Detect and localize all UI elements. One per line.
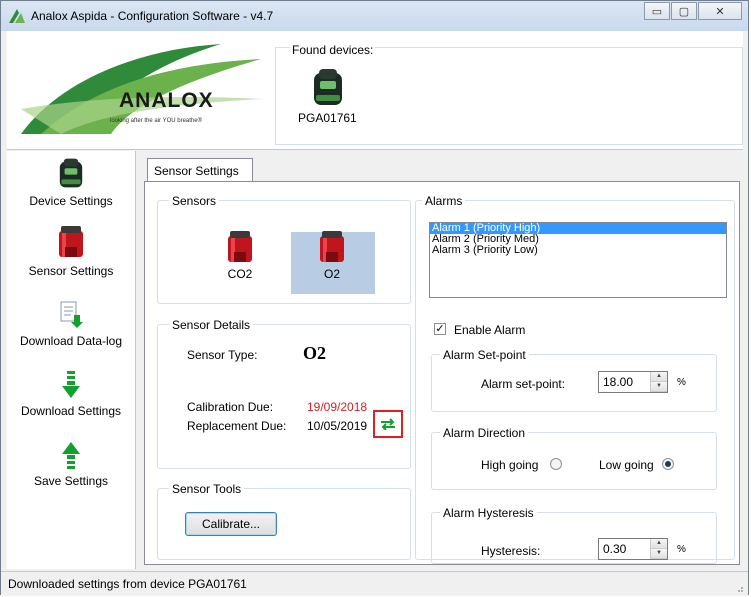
maximize-button[interactable]: ▢ <box>671 2 697 20</box>
resize-grip-icon[interactable] <box>734 583 744 593</box>
calibration-due-value: 19/09/2018 <box>307 400 368 414</box>
device-icon <box>59 158 83 188</box>
sidebar-item-label: Download Data-log <box>19 334 123 348</box>
replacement-due-value: 10/05/2019 <box>307 419 368 433</box>
alarm-setpoint-title: Alarm Set-point <box>440 348 529 362</box>
main-content: Sensor Settings Sensors CO2 O2 Sensor De… <box>140 155 743 567</box>
logo-tagline: looking after the air YOU breathe® <box>110 118 203 124</box>
app-icon <box>9 9 25 23</box>
tab-sensor-settings[interactable]: Sensor Settings <box>147 158 253 181</box>
calibration-due-label: Calibration Due: <box>187 400 274 414</box>
sidebar-item-label: Download Settings <box>20 404 122 418</box>
stepper-down-icon[interactable]: ▼ <box>651 382 667 392</box>
sidebar-item-save-settings[interactable]: Save Settings <box>7 441 135 488</box>
stepper-down-icon[interactable]: ▼ <box>651 549 667 559</box>
sensor-details-title: Sensor Details <box>169 318 254 332</box>
low-going-label: Low going <box>599 458 654 472</box>
sidebar-item-sensor-settings[interactable]: Sensor Settings <box>7 225 135 278</box>
alarm-direction-group <box>431 432 717 490</box>
device-icon[interactable] <box>310 67 346 107</box>
high-going-label: High going <box>481 458 539 472</box>
alarms-group-title: Alarms <box>422 194 466 208</box>
sensor-label: CO2 <box>227 267 253 281</box>
sensor-type-value: O2 <box>303 343 327 363</box>
found-devices-label: Found devices: <box>290 43 376 57</box>
alarm-direction-title: Alarm Direction <box>440 426 529 440</box>
stepper-up-icon[interactable]: ▲ <box>651 539 667 549</box>
status-bar: Downloaded settings from device PGA01761 <box>1 571 748 596</box>
logo-text: ANALOX <box>119 89 214 112</box>
enable-alarm-checkbox[interactable]: ✓ <box>434 323 446 335</box>
alarm-list-item[interactable]: Alarm 3 (Priority Low) <box>430 245 726 256</box>
sidebar-item-download-datalog[interactable]: Download Data-log <box>7 301 135 348</box>
swap-dates-button[interactable] <box>373 410 403 438</box>
hysteresis-label: Hysteresis: <box>481 544 541 558</box>
sidebar-item-label: Device Settings <box>29 194 113 208</box>
alarm-setpoint-label: Alarm set-point: <box>481 377 566 391</box>
stepper-up-icon[interactable]: ▲ <box>651 372 667 382</box>
sidebar-item-label: Sensor Settings <box>28 264 114 278</box>
swap-arrows-icon <box>381 418 395 430</box>
sensor-item-o2[interactable]: O2 <box>307 230 357 281</box>
low-going-radio[interactable] <box>662 458 674 470</box>
window-title: Analox Aspida - Configuration Software -… <box>31 9 274 23</box>
sensor-icon <box>228 231 252 262</box>
alarm-setpoint-value: 18.00 <box>603 375 634 389</box>
close-button[interactable]: ✕ <box>698 2 742 20</box>
sensor-type-label: Sensor Type: <box>187 348 258 362</box>
minimize-button[interactable]: ▭ <box>644 2 670 20</box>
hysteresis-stepper[interactable]: 0.30 ▲ ▼ <box>598 538 668 560</box>
upload-arrow-icon <box>62 442 80 469</box>
alarm-setpoint-unit: % <box>677 377 686 388</box>
header: ANALOX looking after the air YOU breathe… <box>7 31 743 150</box>
download-arrow-icon <box>62 371 80 398</box>
alarm-setpoint-group <box>431 354 717 412</box>
sensor-details-group <box>157 324 411 469</box>
alarm-list[interactable]: Alarm 1 (Priority High) Alarm 2 (Priorit… <box>429 222 727 298</box>
enable-alarm-label: Enable Alarm <box>454 323 526 337</box>
hysteresis-unit: % <box>677 544 686 555</box>
sensor-item-co2[interactable]: CO2 <box>215 230 265 281</box>
tab-panel: Sensors CO2 O2 Sensor Details Sensor Typ… <box>144 181 740 565</box>
hysteresis-value: 0.30 <box>603 542 627 556</box>
sensor-label: O2 <box>323 267 340 281</box>
alarm-hysteresis-title: Alarm Hysteresis <box>440 506 537 520</box>
download-datalog-icon <box>60 301 83 328</box>
calibrate-button[interactable]: Calibrate... <box>185 512 277 536</box>
sidebar-item-device-settings[interactable]: Device Settings <box>7 157 135 208</box>
device-name[interactable]: PGA01761 <box>298 111 357 125</box>
sensor-icon <box>320 231 344 262</box>
status-text: Downloaded settings from device PGA01761 <box>8 577 247 591</box>
alarm-setpoint-stepper[interactable]: 18.00 ▲ ▼ <box>598 371 668 393</box>
sensor-icon <box>59 226 83 257</box>
minimize-icon: ▭ <box>651 5 663 18</box>
title-bar: Analox Aspida - Configuration Software -… <box>1 1 748 31</box>
sensor-tools-title: Sensor Tools <box>169 482 245 496</box>
sidebar-item-label: Save Settings <box>33 474 109 488</box>
sidebar: Device Settings Sensor Settings Download… <box>7 151 136 569</box>
maximize-icon: ▢ <box>678 5 690 18</box>
sensors-group-title: Sensors <box>169 194 220 208</box>
high-going-radio[interactable] <box>550 458 562 470</box>
sidebar-item-download-settings[interactable]: Download Settings <box>7 371 135 418</box>
close-icon: ✕ <box>715 5 725 18</box>
replacement-due-label: Replacement Due: <box>187 419 287 433</box>
app-window: Analox Aspida - Configuration Software -… <box>0 0 749 596</box>
